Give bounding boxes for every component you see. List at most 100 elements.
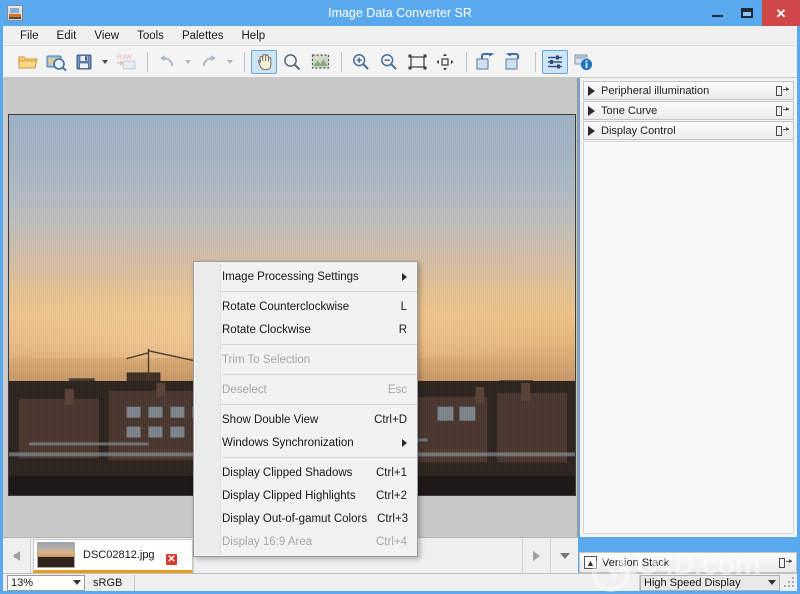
menu-item-display-out-of-gamut-colors[interactable]: Display Out-of-gamut Colors Ctrl+3 (194, 507, 417, 530)
menu-item-display-16-9-area: Display 16:9 Area Ctrl+4 (194, 530, 417, 553)
menu-item-label: Show Double View (222, 413, 319, 426)
menu-item-rotate-clockwise[interactable]: Rotate Clockwise R (194, 318, 417, 341)
menu-item-windows-synchronization[interactable]: Windows Synchronization (194, 431, 417, 454)
menu-item-show-double-view[interactable]: Show Double View Ctrl+D (194, 408, 417, 431)
hand-tool-icon[interactable] (251, 49, 277, 74)
save-dropdown-arrow[interactable] (99, 50, 111, 74)
redo-icon[interactable] (196, 50, 222, 74)
arrow-left-icon (13, 550, 20, 561)
rotate-ccw-icon[interactable] (473, 50, 499, 74)
menu-item-label: Rotate Clockwise (222, 323, 311, 336)
submenu-arrow-icon (402, 272, 407, 281)
menu-item-label: Rotate Counterclockwise (222, 300, 350, 313)
panel-tone-curve[interactable]: Tone Curve (583, 101, 794, 120)
svg-text:RAW: RAW (117, 54, 133, 61)
menu-palettes[interactable]: Palettes (173, 27, 233, 45)
menu-item-accelerator: L (400, 300, 407, 313)
menu-item-display-clipped-shadows[interactable]: Display Clipped Shadows Ctrl+1 (194, 461, 417, 484)
dock-icon[interactable] (776, 85, 789, 97)
menu-item-trim-to-selection: Trim To Selection (194, 348, 417, 371)
panel-peripheral-illumination[interactable]: Peripheral illumination (583, 81, 794, 100)
right-panel: Peripheral illumination Tone Curve Displ… (579, 78, 797, 537)
version-stack-label: Version Stack (602, 556, 670, 569)
image-work-area[interactable]: Image Processing Settings Rotate Counter… (3, 78, 578, 557)
chevron-right-icon (588, 125, 595, 136)
menu-item-label: Display Clipped Highlights (222, 489, 356, 502)
filmstrip-prev-button[interactable] (3, 538, 31, 573)
actual-size-icon[interactable] (432, 50, 458, 74)
panel-label: Display Control (601, 124, 676, 137)
panel-label: Peripheral illumination (601, 84, 710, 97)
minimize-button[interactable] (702, 0, 732, 26)
panel-display-control[interactable]: Display Control (583, 121, 794, 140)
menu-separator (222, 457, 417, 458)
menu-tools[interactable]: Tools (128, 27, 173, 45)
zoom-in-icon[interactable] (348, 50, 374, 74)
filmstrip-item[interactable]: DSC02812.jpg ✕ (33, 538, 193, 573)
submenu-arrow-icon (402, 438, 407, 447)
zoom-level-value: 13% (11, 576, 34, 589)
menu-item-label: Image Processing Settings (222, 270, 359, 283)
menu-help[interactable]: Help (233, 27, 275, 45)
raw-convert-icon[interactable]: RAW (113, 50, 139, 74)
magnifier-tool-icon[interactable] (279, 50, 305, 74)
remove-badge-icon[interactable]: ✕ (165, 552, 178, 566)
menu-file[interactable]: File (11, 27, 48, 45)
status-message-area (135, 574, 640, 591)
menu-separator (222, 374, 417, 375)
open-folder-icon[interactable] (15, 50, 41, 74)
display-mode-value: High Speed Display (644, 576, 741, 589)
arrow-right-icon (533, 550, 540, 561)
menu-view[interactable]: View (85, 27, 128, 45)
menu-separator (222, 344, 417, 345)
redo-dropdown-arrow[interactable] (224, 50, 236, 74)
context-menu[interactable]: Image Processing Settings Rotate Counter… (193, 261, 418, 557)
menu-item-label: Windows Synchronization (222, 436, 354, 449)
dock-icon[interactable] (779, 557, 792, 569)
browser-icon[interactable] (43, 50, 69, 74)
chevron-down-icon (73, 580, 81, 585)
menu-item-image-processing-settings[interactable]: Image Processing Settings (194, 265, 417, 288)
undo-dropdown-arrow[interactable] (182, 50, 194, 74)
info-icon[interactable] (570, 50, 596, 74)
menu-item-accelerator: Ctrl+3 (377, 512, 409, 525)
menu-item-label: Display 16:9 Area (222, 535, 313, 548)
menu-item-display-clipped-highlights[interactable]: Display Clipped Highlights Ctrl+2 (194, 484, 417, 507)
dock-icon[interactable] (776, 125, 789, 137)
colorspace-label: sRGB (93, 574, 136, 591)
filmstrip-next-button[interactable] (522, 538, 550, 573)
menu-item-accelerator: Ctrl+D (374, 413, 407, 426)
application-window: Image Data Converter SR ✕ File Edit View… (0, 0, 800, 594)
menu-item-accelerator: Ctrl+2 (376, 489, 407, 502)
selection-tool-icon[interactable] (307, 50, 333, 74)
chevron-down-icon (559, 552, 570, 559)
undo-icon[interactable] (154, 50, 180, 74)
menu-separator (222, 404, 417, 405)
thumbnail (37, 541, 75, 568)
maximize-restore-button[interactable] (732, 0, 762, 26)
menu-item-rotate-counterclockwise[interactable]: Rotate Counterclockwise L (194, 295, 417, 318)
chevron-right-icon (588, 105, 595, 116)
menu-edit[interactable]: Edit (48, 27, 86, 45)
resize-grip[interactable] (783, 576, 797, 590)
dock-icon[interactable] (776, 105, 789, 117)
adjustments-icon[interactable] (542, 49, 568, 74)
menu-bar: File Edit View Tools Palettes Help (3, 26, 797, 46)
menu-item-accelerator: Ctrl+1 (376, 466, 407, 479)
rotate-cw-icon[interactable] (501, 50, 527, 74)
menu-separator (222, 291, 417, 292)
close-button[interactable]: ✕ (762, 0, 800, 26)
zoom-level-dropdown[interactable]: 13% (7, 574, 85, 591)
status-bar: 13% sRGB High Speed Display (3, 573, 797, 591)
fit-to-window-icon[interactable] (404, 50, 430, 74)
window-title: Image Data Converter SR (328, 6, 472, 20)
display-mode-dropdown[interactable]: High Speed Display (640, 574, 780, 591)
version-stack-panel[interactable]: ▲ Version Stack (579, 552, 797, 573)
save-icon[interactable] (71, 50, 97, 74)
menu-item-accelerator: R (398, 323, 407, 336)
chevron-right-icon (588, 85, 595, 96)
zoom-out-icon[interactable] (376, 50, 402, 74)
chevron-down-icon (768, 580, 776, 585)
filmstrip-dropdown-button[interactable] (550, 538, 578, 573)
menu-item-accelerator: Esc (387, 383, 407, 396)
